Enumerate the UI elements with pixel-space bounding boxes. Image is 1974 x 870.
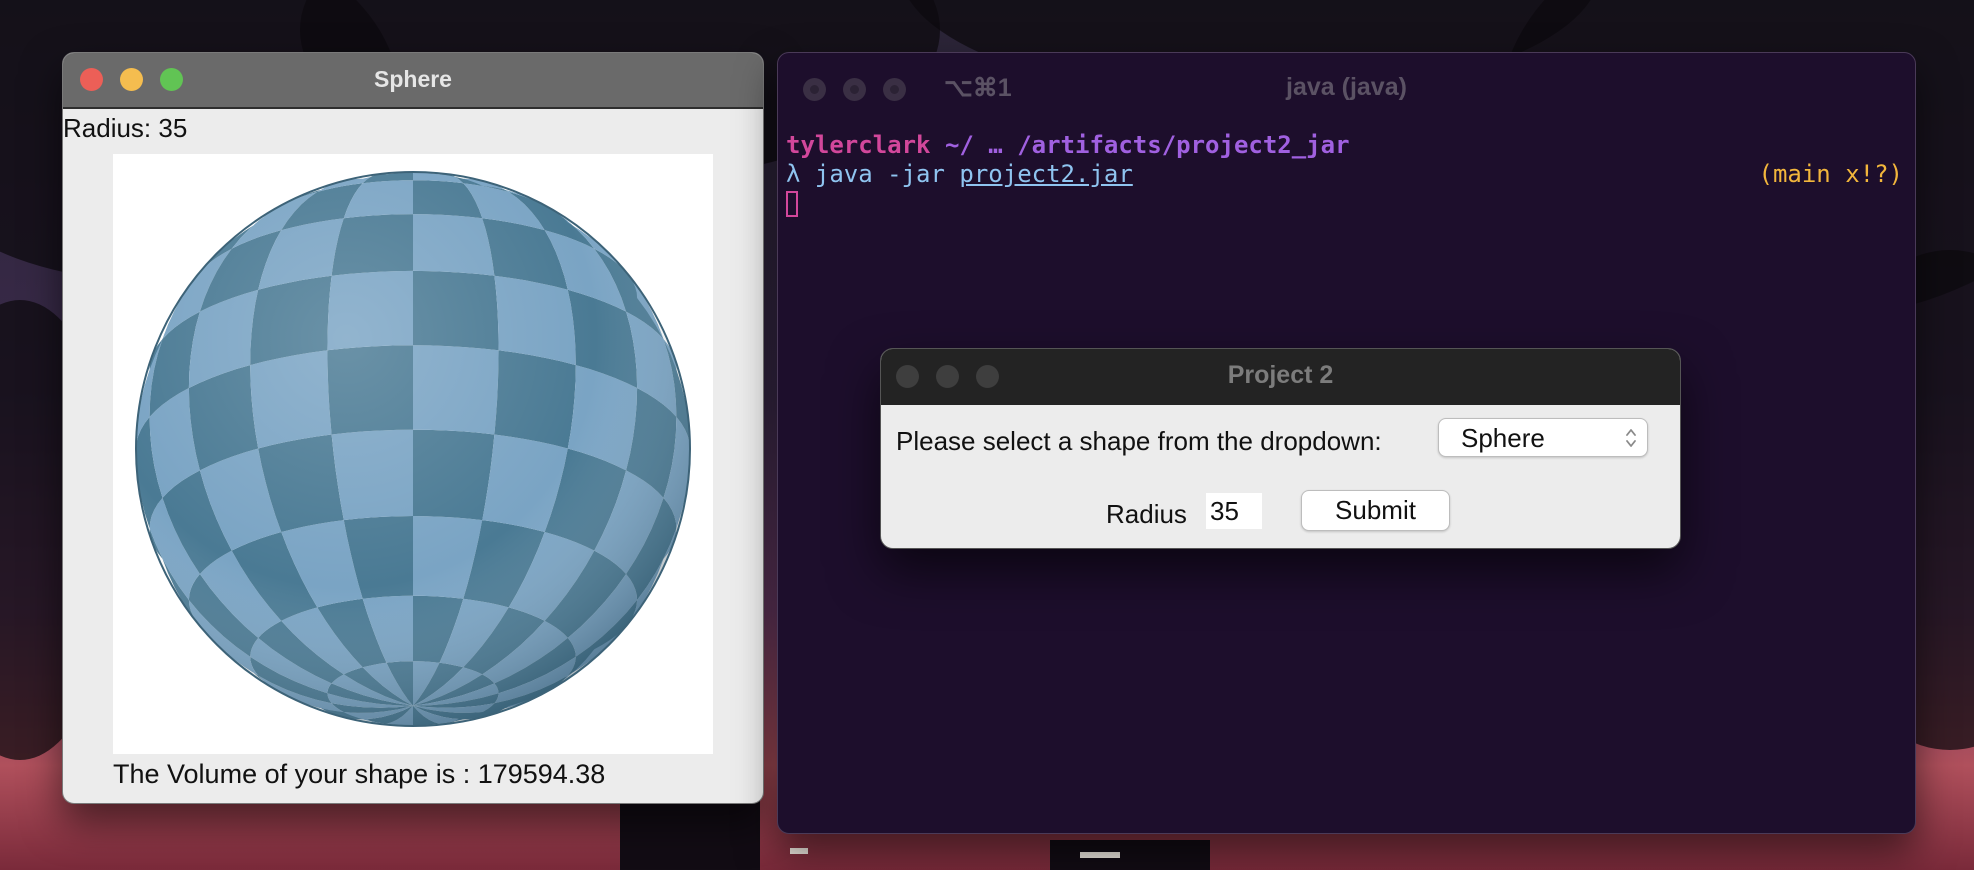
- dialog-title: Project 2: [1227, 361, 1334, 389]
- prompt-symbol: λ: [786, 160, 801, 188]
- terminal-cursor: [786, 191, 798, 217]
- shape-select-value: Sphere: [1461, 423, 1545, 453]
- command-file-link[interactable]: project2.jar: [959, 160, 1132, 188]
- volume-label: The Volume of your shape is : 179594.38: [113, 759, 606, 789]
- radius-input[interactable]: [1206, 493, 1262, 529]
- dialog-titlebar[interactable]: Project 2: [881, 349, 1680, 405]
- project2-dialog: Project 2 Please select a shape from the…: [880, 348, 1681, 549]
- prompt-path: ~/ … /artifacts/project2_jar: [944, 131, 1350, 159]
- command-text: java -jar: [814, 160, 945, 188]
- command-line: λ java -jar project2.jar: [786, 160, 1903, 189]
- radius-label: Radius: 35: [63, 113, 188, 143]
- submit-button[interactable]: Submit: [1301, 490, 1450, 531]
- terminal-title: java (java): [1286, 73, 1407, 101]
- shape-select[interactable]: Sphere: [1438, 418, 1648, 457]
- sphere-window: Sphere Radius: 35 The Volume of your sha…: [62, 52, 764, 804]
- radius-field-label: Radius: [1106, 499, 1187, 529]
- sphere-canvas: [113, 154, 713, 754]
- prompt-user: tylerclark: [786, 131, 931, 159]
- git-status: (main x!?): [1758, 160, 1904, 188]
- terminal-output[interactable]: tylerclark ~/ … /artifacts/project2_jar …: [786, 131, 1903, 218]
- sphere-graphic: [135, 171, 691, 727]
- prompt-line: tylerclark ~/ … /artifacts/project2_jar: [786, 131, 1903, 160]
- shape-prompt-label: Please select a shape from the dropdown:: [896, 426, 1382, 456]
- window-title: Sphere: [374, 66, 452, 92]
- chevron-updown-icon: [1626, 429, 1636, 447]
- sphere-window-titlebar[interactable]: Sphere: [63, 53, 763, 109]
